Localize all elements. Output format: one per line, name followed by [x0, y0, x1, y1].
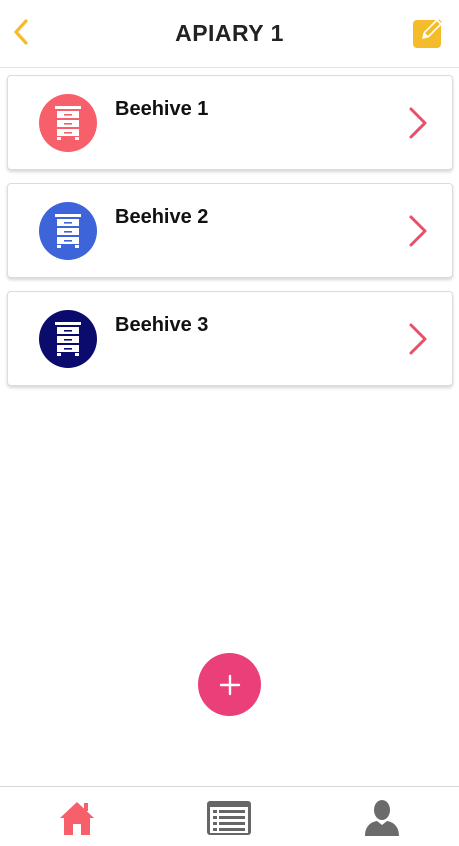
beehive-icon	[55, 322, 81, 356]
beehive-name: Beehive 3	[115, 314, 209, 336]
beehive-card[interactable]: Beehive 1	[7, 75, 453, 170]
edit-icon	[413, 17, 444, 48]
add-beehive-button[interactable]	[198, 653, 261, 716]
beehive-icon	[55, 214, 81, 248]
beehive-name: Beehive 1	[115, 98, 209, 120]
chevron-right-icon	[409, 323, 427, 355]
tab-list[interactable]	[205, 797, 253, 839]
beehive-avatar	[39, 202, 97, 260]
beehive-avatar	[39, 94, 97, 152]
beehive-name: Beehive 2	[115, 206, 209, 228]
tab-profile[interactable]	[358, 797, 406, 839]
plus-icon	[219, 674, 240, 695]
home-icon	[60, 802, 94, 835]
profile-icon	[365, 800, 399, 836]
beehive-icon	[55, 106, 81, 140]
list-icon	[207, 801, 251, 835]
beehive-card[interactable]: Beehive 2	[7, 183, 453, 278]
page-title: APIARY 1	[175, 20, 284, 46]
chevron-right-icon	[409, 215, 427, 247]
tab-home[interactable]	[53, 797, 101, 839]
edit-button[interactable]	[412, 15, 446, 49]
chevron-right-icon	[409, 107, 427, 139]
bottom-tab-bar	[0, 786, 459, 846]
beehive-avatar	[39, 310, 97, 368]
beehive-list: Beehive 1 Beehive 2 Beehive 3	[7, 75, 453, 399]
top-bar: APIARY 1	[0, 0, 459, 68]
beehive-card[interactable]: Beehive 3	[7, 291, 453, 386]
